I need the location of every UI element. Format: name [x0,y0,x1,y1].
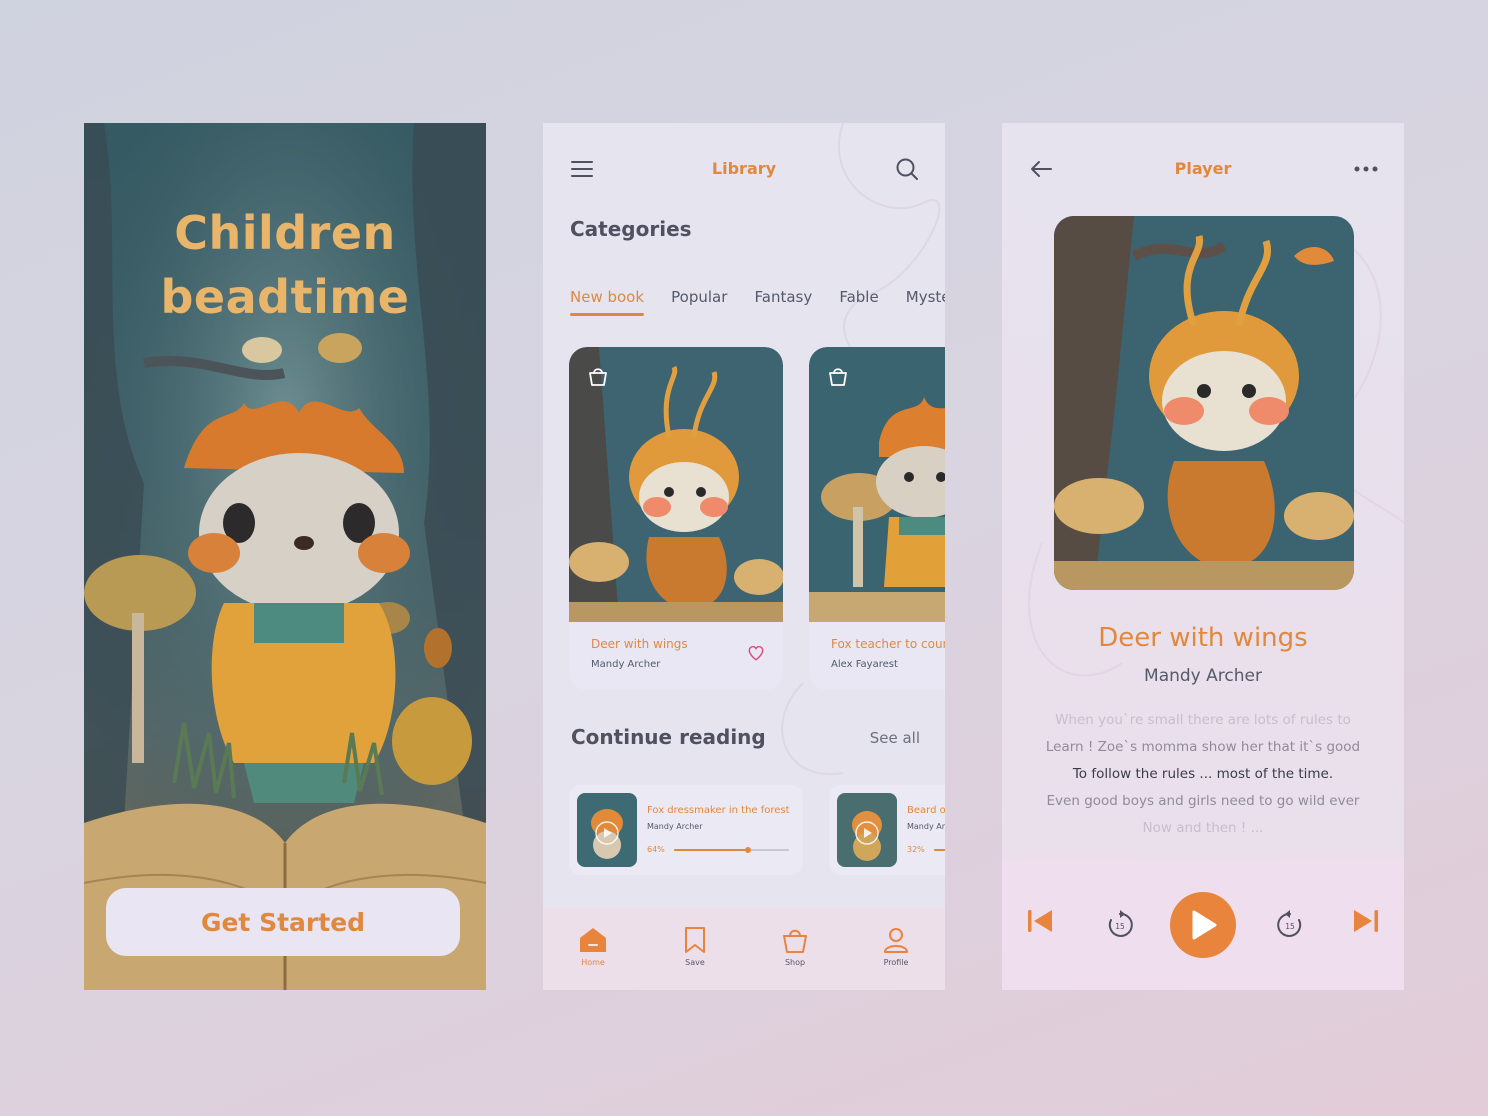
tab-new-book[interactable]: New book [570,288,645,316]
nav-save-label: Save [685,958,705,967]
nav-profile[interactable]: Profile [866,926,926,967]
tab-fantasy[interactable]: Fantasy [755,288,813,316]
progress-bar [934,849,945,851]
book-title: Fox teacher to coun [831,637,945,651]
book-card[interactable]: Deer with wings Mandy Archer [569,347,783,690]
app-title: Children beadtime [84,201,486,329]
book-title: Deer with wings [1098,623,1308,653]
book-cover-image [809,347,945,622]
story-text: When you`re small there are lots of rule… [1002,707,1404,842]
search-icon[interactable] [891,153,923,185]
book-author: Mandy Archer [591,659,661,670]
book-author: Mandy Archer [1144,666,1262,686]
library-topbar: Library [543,151,945,187]
play-icon [1192,910,1217,940]
progress-fill [934,849,945,851]
story-line: Now and then ! ... [1142,820,1264,836]
profile-icon [884,928,908,953]
bottom-nav: Home Save Shop Profile [543,908,945,990]
more-options-icon[interactable] [1350,153,1382,185]
tab-fable[interactable]: Fable [839,288,878,316]
see-all-link[interactable]: See all [870,729,920,747]
continue-reading-card[interactable]: Beard o Mandy Ar 32% [829,785,945,875]
player-topbar: Player [1002,151,1404,187]
book-author: Alex Fayarest [831,659,898,670]
progress-percent: 32% [907,845,925,854]
forward-15-icon[interactable]: 15 [1276,909,1304,943]
heart-icon[interactable] [747,644,765,662]
story-line: Learn ! Zoe`s momma show her that it`s g… [1045,739,1361,755]
progress-bar [674,847,789,853]
story-line: Even good boys and girls need to go wild… [1046,793,1360,809]
shopping-bag-icon [783,929,807,953]
shopping-bag-icon[interactable] [587,365,609,387]
get-started-button[interactable]: Get Started [106,888,460,956]
app-title-line1: Children [174,206,396,260]
nav-profile-label: Profile [883,958,909,967]
bookmark-icon [685,927,705,953]
forward-seconds: 15 [1285,922,1295,931]
player-controls: 15 15 [1002,858,1404,990]
nav-home[interactable]: Home [563,926,623,967]
progress-percent: 64% [647,845,665,854]
rewind-15-icon[interactable]: 15 [1106,909,1134,943]
nav-save[interactable]: Save [665,926,725,967]
page-title: Library [711,159,777,178]
progress-fill [674,849,748,851]
nav-shop[interactable]: Shop [765,926,825,967]
progress-knob [744,847,751,853]
play-button[interactable] [1170,892,1236,958]
app-title-line2: beadtime [160,270,410,324]
skip-previous-icon[interactable] [1026,908,1054,938]
tab-mystery[interactable]: Myster [906,288,945,316]
book-title: Deer with wings [591,637,688,651]
book-thumbnail [837,793,897,867]
player-screen: Player Deer with wings Mandy Archer When… [1002,123,1404,990]
continue-book-author: Mandy Ar [907,822,945,831]
category-tabs: New book Popular Fantasy Fable Myster [570,287,945,316]
skip-next-icon[interactable] [1352,908,1380,938]
book-card[interactable]: Fox teacher to coun Alex Fayarest [809,347,945,690]
continue-book-author: Mandy Archer [647,822,703,831]
rewind-seconds: 15 [1115,922,1125,931]
book-thumbnail [577,793,637,867]
continue-book-title: Fox dressmaker in the forest [647,805,790,816]
story-line-current: To follow the rules ... most of the time… [1072,766,1334,782]
nav-shop-label: Shop [784,958,806,967]
page-title: Player [1174,159,1232,178]
continue-book-title: Beard o [907,805,945,816]
shopping-bag-icon[interactable] [827,365,849,387]
book-cover-image [1054,216,1354,590]
continue-reading-card[interactable]: Fox dressmaker in the forest Mandy Arche… [569,785,803,875]
home-icon [580,928,606,952]
library-screen: Library Categories New book Popular Fant… [543,123,945,990]
nav-home-label: Home [581,958,605,967]
story-line: When you`re small there are lots of rule… [1055,712,1351,728]
categories-heading: Categories [570,217,692,241]
tab-popular[interactable]: Popular [671,288,727,316]
continue-reading-heading: Continue reading [571,725,766,749]
book-cover-image [569,347,783,622]
welcome-screen: Children beadtime Get Started [84,123,486,990]
